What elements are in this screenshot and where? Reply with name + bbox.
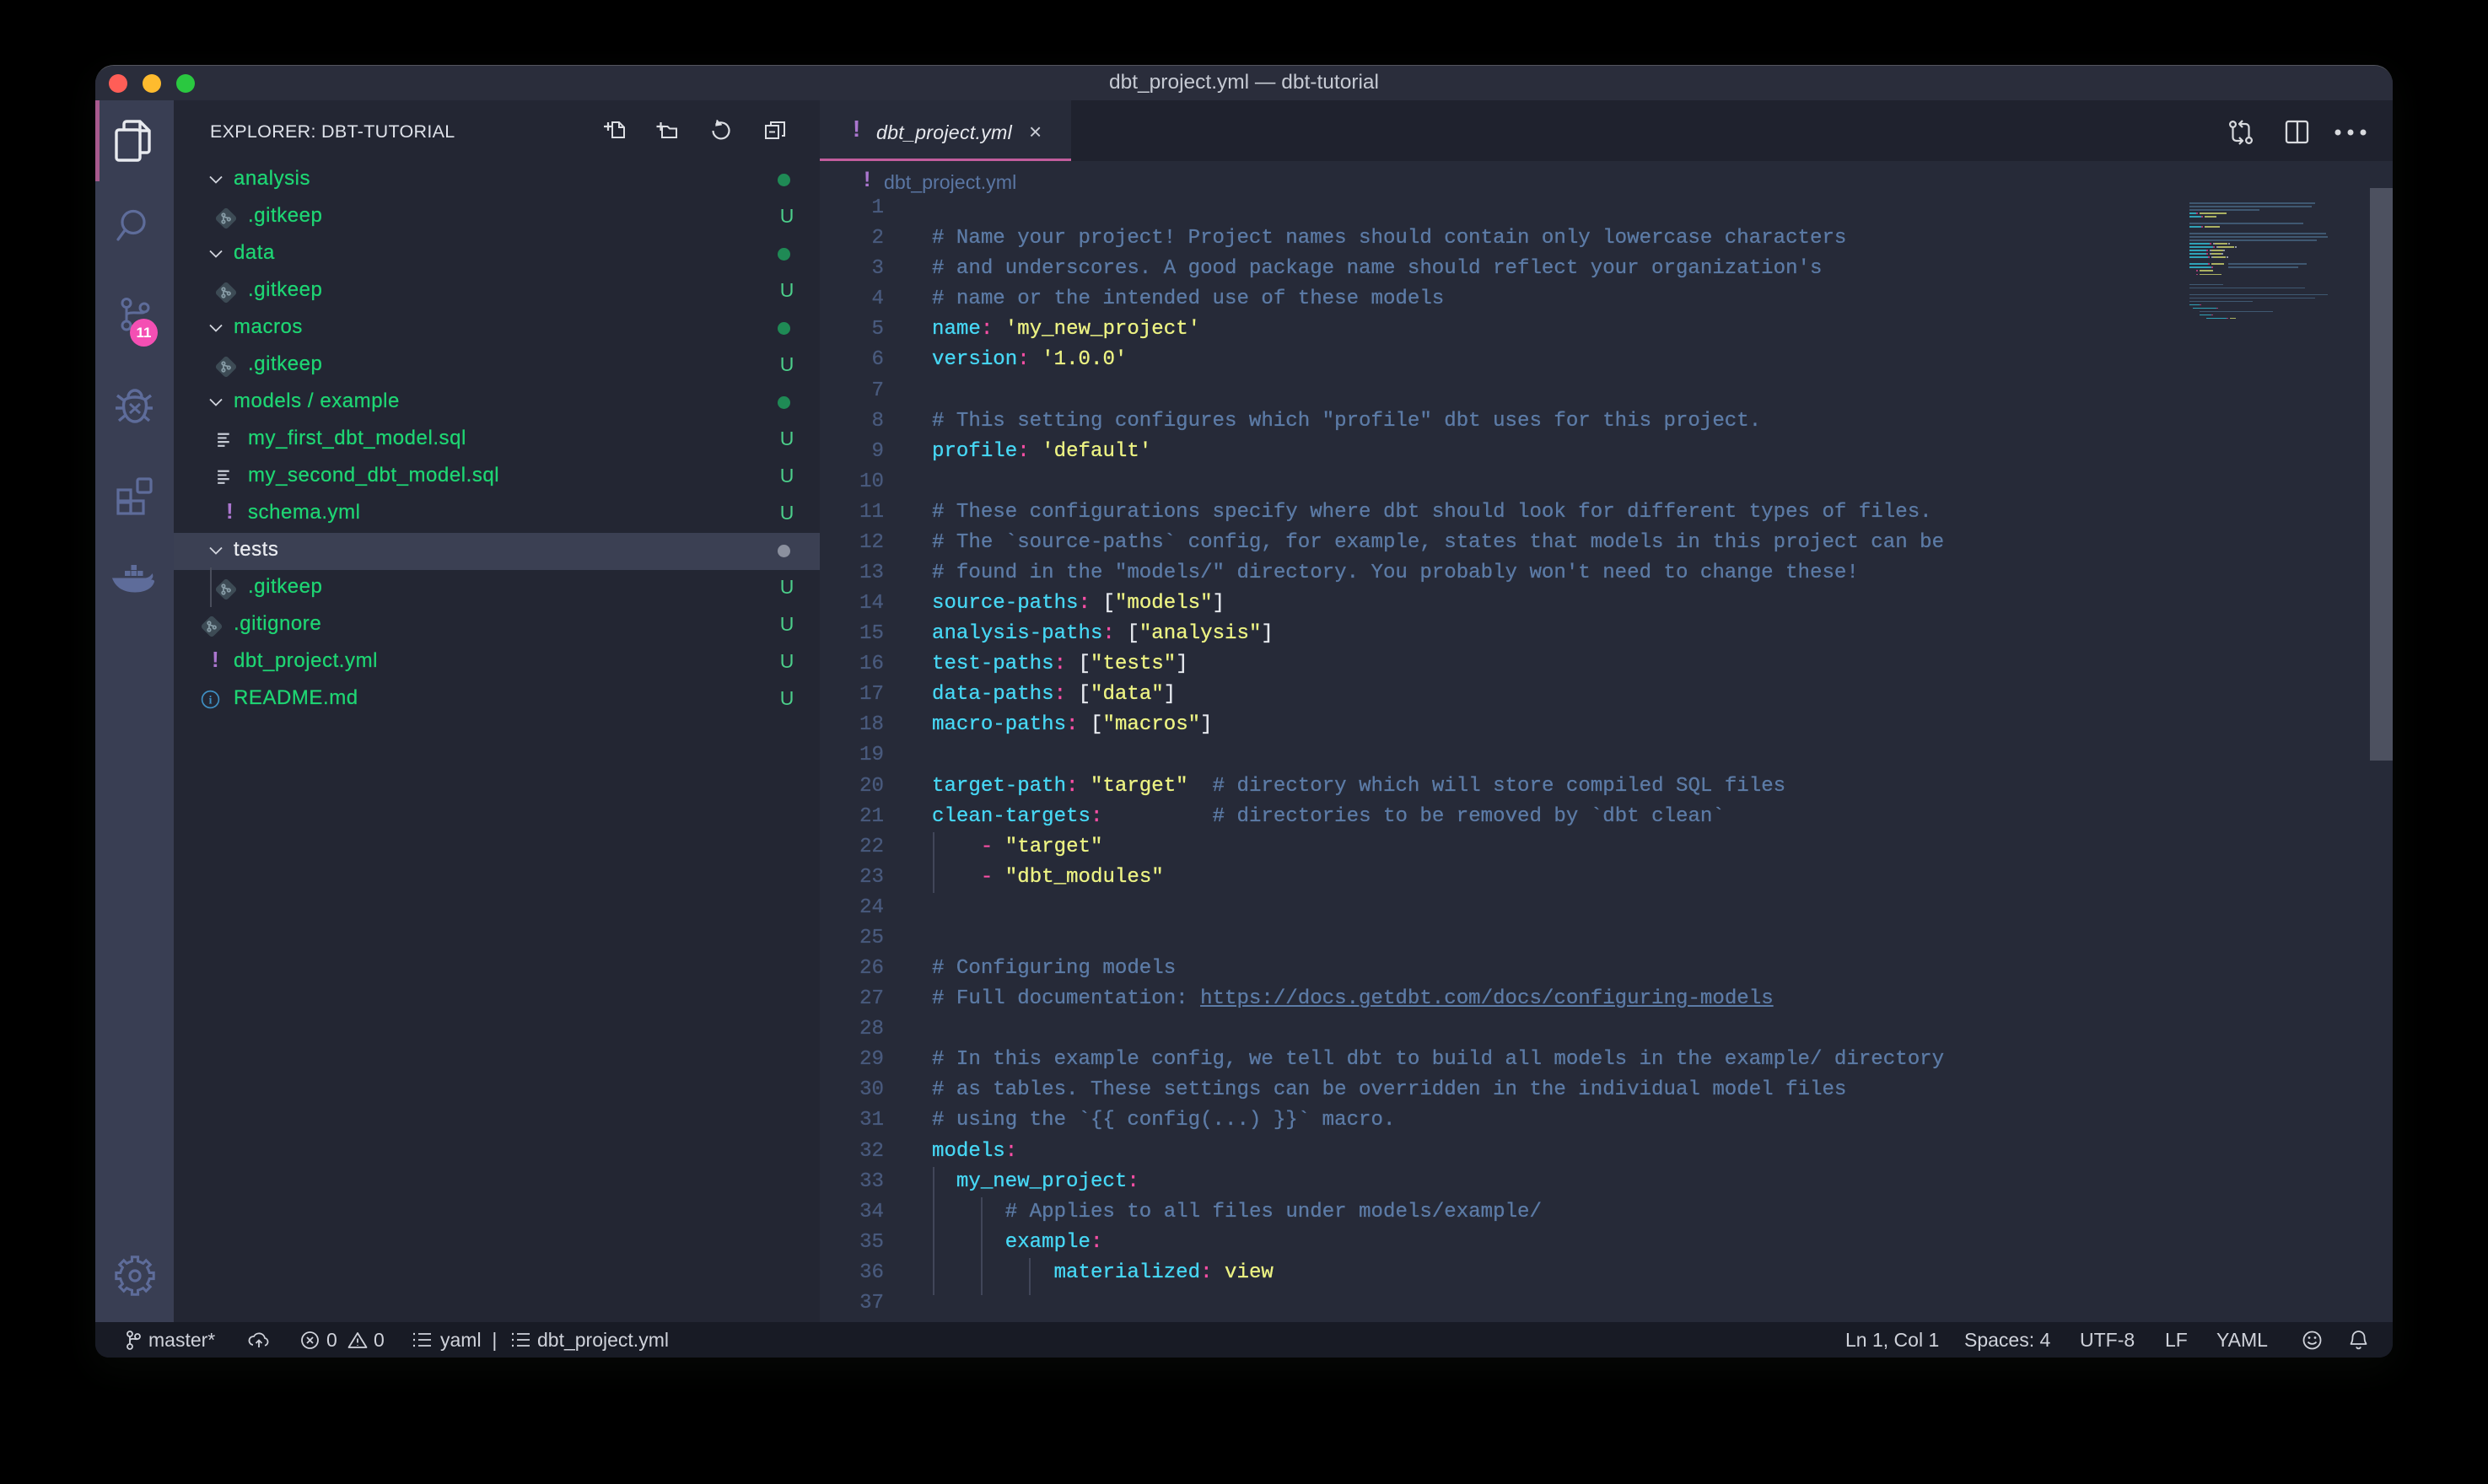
svg-text:i: i [209,694,213,707]
